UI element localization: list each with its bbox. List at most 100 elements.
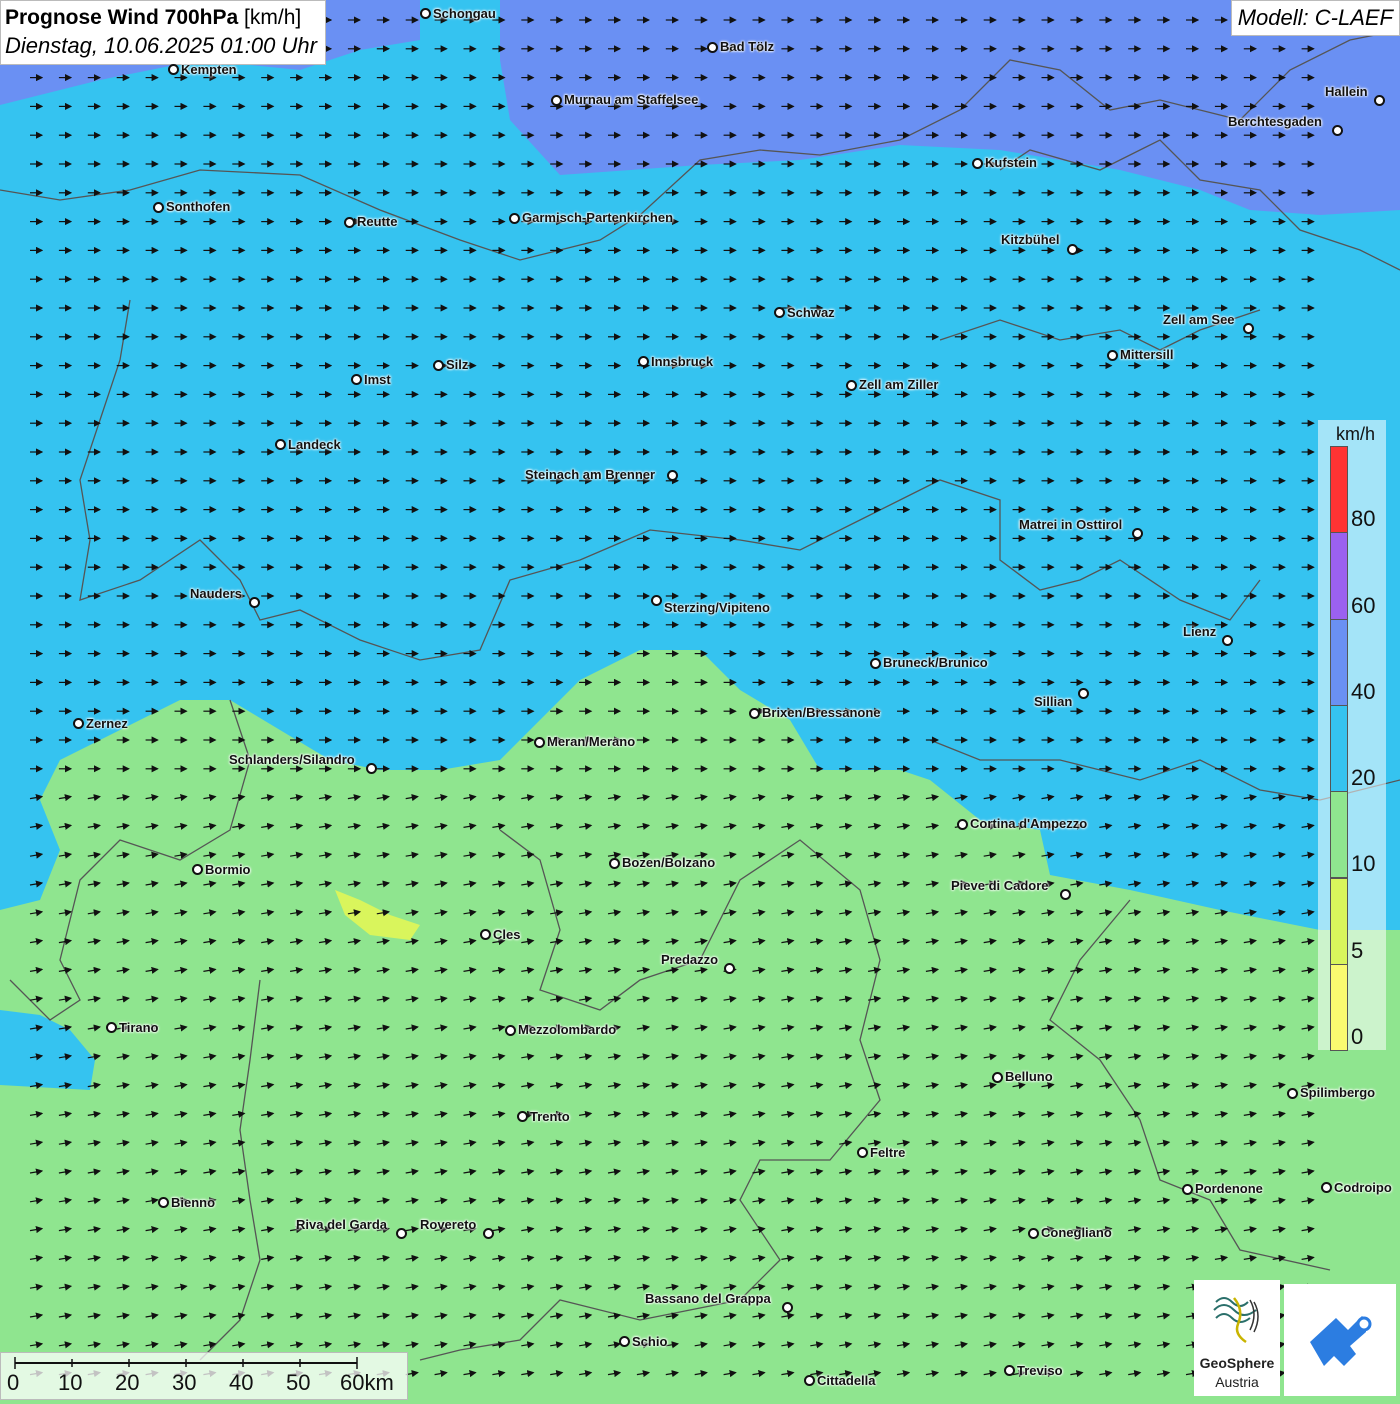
city-label[interactable]: Schlanders/Silandro	[229, 752, 355, 767]
city-label[interactable]: Schio	[632, 1334, 667, 1349]
city-label[interactable]: Landeck	[288, 437, 341, 452]
city-marker[interactable]	[782, 1302, 793, 1313]
city-marker[interactable]	[534, 737, 545, 748]
city-marker[interactable]	[1321, 1182, 1332, 1193]
city-label[interactable]: Trento	[530, 1109, 570, 1124]
city-marker[interactable]	[1060, 889, 1071, 900]
city-label[interactable]: Pieve di Cadore	[951, 878, 1049, 893]
city-marker[interactable]	[667, 470, 678, 481]
city-marker[interactable]	[804, 1375, 815, 1386]
city-label[interactable]: Hallein	[1325, 84, 1368, 99]
city-label[interactable]: Kufstein	[985, 155, 1037, 170]
city-marker[interactable]	[1067, 244, 1078, 255]
city-marker[interactable]	[749, 708, 760, 719]
city-marker[interactable]	[433, 360, 444, 371]
city-marker[interactable]	[724, 963, 735, 974]
city-label[interactable]: Predazzo	[661, 952, 718, 967]
city-label[interactable]: Matrei in Osttirol	[1019, 517, 1122, 532]
city-marker[interactable]	[153, 202, 164, 213]
city-label[interactable]: Rovereto	[420, 1217, 476, 1232]
city-marker[interactable]	[846, 380, 857, 391]
city-label[interactable]: Spilimbergo	[1300, 1085, 1375, 1100]
city-marker[interactable]	[396, 1228, 407, 1239]
city-label[interactable]: Bad Tölz	[720, 39, 774, 54]
city-marker[interactable]	[509, 213, 520, 224]
city-label[interactable]: Sterzing/Vipiteno	[664, 600, 770, 615]
city-label[interactable]: Riva del Garda	[296, 1217, 387, 1232]
city-marker[interactable]	[992, 1072, 1003, 1083]
city-label[interactable]: Lienz	[1183, 624, 1216, 639]
city-label[interactable]: Reutte	[357, 214, 397, 229]
city-marker[interactable]	[1004, 1365, 1015, 1376]
city-label[interactable]: Schongau	[433, 6, 496, 21]
city-label[interactable]: Imst	[364, 372, 391, 387]
city-label[interactable]: Sonthofen	[166, 199, 230, 214]
city-marker[interactable]	[73, 718, 84, 729]
weather-app-logo[interactable]	[1284, 1284, 1396, 1396]
city-marker[interactable]	[1287, 1088, 1298, 1099]
city-marker[interactable]	[1028, 1228, 1039, 1239]
city-marker[interactable]	[168, 64, 179, 75]
city-marker[interactable]	[192, 864, 203, 875]
city-label[interactable]: Feltre	[870, 1145, 905, 1160]
city-label[interactable]: Brixen/Bressanone	[762, 705, 881, 720]
city-marker[interactable]	[1107, 350, 1118, 361]
city-marker[interactable]	[1182, 1184, 1193, 1195]
city-marker[interactable]	[1222, 635, 1233, 646]
city-marker[interactable]	[774, 307, 785, 318]
city-label[interactable]: Zernez	[86, 716, 128, 731]
city-label[interactable]: Steinach am Brenner	[525, 467, 655, 482]
city-marker[interactable]	[517, 1111, 528, 1122]
city-marker[interactable]	[420, 8, 431, 19]
city-marker[interactable]	[1332, 125, 1343, 136]
city-marker[interactable]	[609, 858, 620, 869]
city-label[interactable]: Treviso	[1017, 1363, 1063, 1378]
city-label[interactable]: Bruneck/Brunico	[883, 655, 988, 670]
city-marker[interactable]	[1243, 323, 1254, 334]
city-marker[interactable]	[344, 217, 355, 228]
city-marker[interactable]	[249, 597, 260, 608]
city-marker[interactable]	[619, 1336, 630, 1347]
city-marker[interactable]	[972, 158, 983, 169]
city-label[interactable]: Conegliano	[1041, 1225, 1112, 1240]
city-marker[interactable]	[106, 1022, 117, 1033]
city-label[interactable]: Innsbruck	[651, 354, 713, 369]
city-label[interactable]: Meran/Merano	[547, 734, 635, 749]
city-label[interactable]: Silz	[446, 357, 468, 372]
city-label[interactable]: Sillian	[1034, 694, 1072, 709]
city-marker[interactable]	[505, 1025, 516, 1036]
city-marker[interactable]	[158, 1197, 169, 1208]
city-marker[interactable]	[483, 1228, 494, 1239]
city-label[interactable]: Zell am Ziller	[859, 377, 938, 392]
city-label[interactable]: Codroipo	[1334, 1180, 1392, 1195]
city-label[interactable]: Murnau am Staffelsee	[564, 92, 698, 107]
city-label[interactable]: Cles	[493, 927, 520, 942]
city-marker[interactable]	[857, 1147, 868, 1158]
city-label[interactable]: Cittadella	[817, 1373, 876, 1388]
city-label[interactable]: Pordenone	[1195, 1181, 1263, 1196]
city-marker[interactable]	[1374, 95, 1385, 106]
city-label[interactable]: Zell am See	[1163, 312, 1235, 327]
city-label[interactable]: Schwaz	[787, 305, 835, 320]
city-label[interactable]: Mezzolombardo	[518, 1022, 616, 1037]
city-label[interactable]: Bienno	[171, 1195, 215, 1210]
city-marker[interactable]	[366, 763, 377, 774]
city-marker[interactable]	[480, 929, 491, 940]
city-marker[interactable]	[275, 439, 286, 450]
city-marker[interactable]	[1078, 688, 1089, 699]
city-label[interactable]: Mittersill	[1120, 347, 1173, 362]
city-label[interactable]: Bassano del Grappa	[645, 1291, 771, 1306]
city-marker[interactable]	[1132, 528, 1143, 539]
city-marker[interactable]	[351, 374, 362, 385]
city-marker[interactable]	[870, 658, 881, 669]
city-marker[interactable]	[707, 42, 718, 53]
city-marker[interactable]	[957, 819, 968, 830]
city-label[interactable]: Cortina d'Ampezzo	[970, 816, 1087, 831]
city-label[interactable]: Kitzbühel	[1001, 232, 1060, 247]
city-label[interactable]: Nauders	[190, 586, 242, 601]
city-label[interactable]: Bozen/Bolzano	[622, 855, 715, 870]
city-label[interactable]: Berchtesgaden	[1228, 114, 1322, 129]
city-label[interactable]: Kempten	[181, 62, 237, 77]
city-marker[interactable]	[551, 95, 562, 106]
city-marker[interactable]	[651, 595, 662, 606]
